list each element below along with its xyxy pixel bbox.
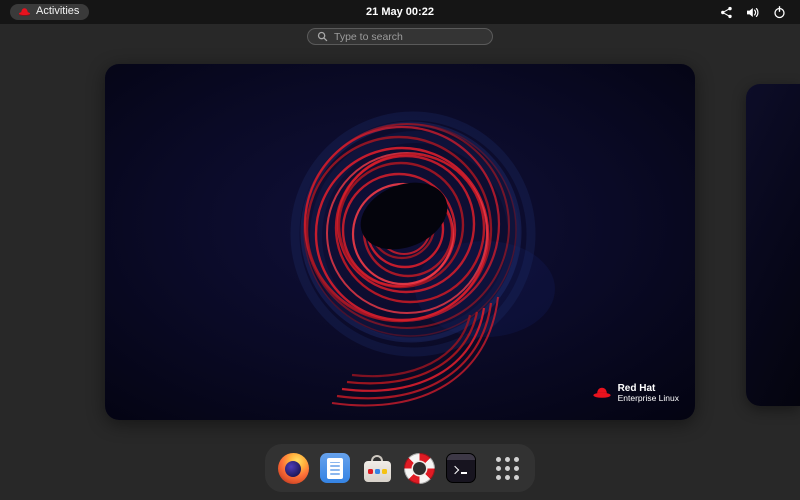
- power-icon: [774, 5, 785, 18]
- software-icon: [362, 453, 393, 484]
- dock-terminal-button[interactable]: [445, 452, 477, 484]
- app-grid-icon: [495, 456, 519, 480]
- dock-firefox-button[interactable]: [277, 452, 309, 484]
- firefox-icon: [277, 452, 309, 484]
- show-applications-button[interactable]: [491, 452, 523, 484]
- system-status-area[interactable]: [716, 4, 790, 21]
- rhel9-wallpaper-art: [105, 64, 695, 420]
- dock-help-button[interactable]: [403, 452, 435, 484]
- search-bar: [307, 28, 493, 45]
- text-editor-icon: [320, 453, 350, 483]
- clock[interactable]: 21 May 00:22: [360, 0, 440, 24]
- gnome-activities-overview: { "top_bar": { "activities_label": "Acti…: [0, 0, 800, 500]
- dash: [265, 444, 535, 492]
- terminal-icon: [446, 453, 476, 483]
- activities-button[interactable]: Activities: [10, 4, 90, 20]
- dock-text-editor-button[interactable]: [319, 452, 351, 484]
- search-icon: [317, 31, 328, 42]
- workspace-preview-next[interactable]: [746, 84, 800, 406]
- dock-software-button[interactable]: [361, 452, 393, 484]
- workspace-preview[interactable]: Red Hat Enterprise Linux: [105, 64, 695, 420]
- help-icon: [403, 452, 435, 484]
- red-hat-logo-icon: [18, 7, 31, 16]
- network-icon: [721, 6, 732, 18]
- activities-label: Activities: [36, 5, 80, 17]
- top-bar: Activities 21 May 00:22: [0, 0, 800, 24]
- volume-icon: [747, 7, 759, 17]
- search-input[interactable]: [334, 30, 483, 43]
